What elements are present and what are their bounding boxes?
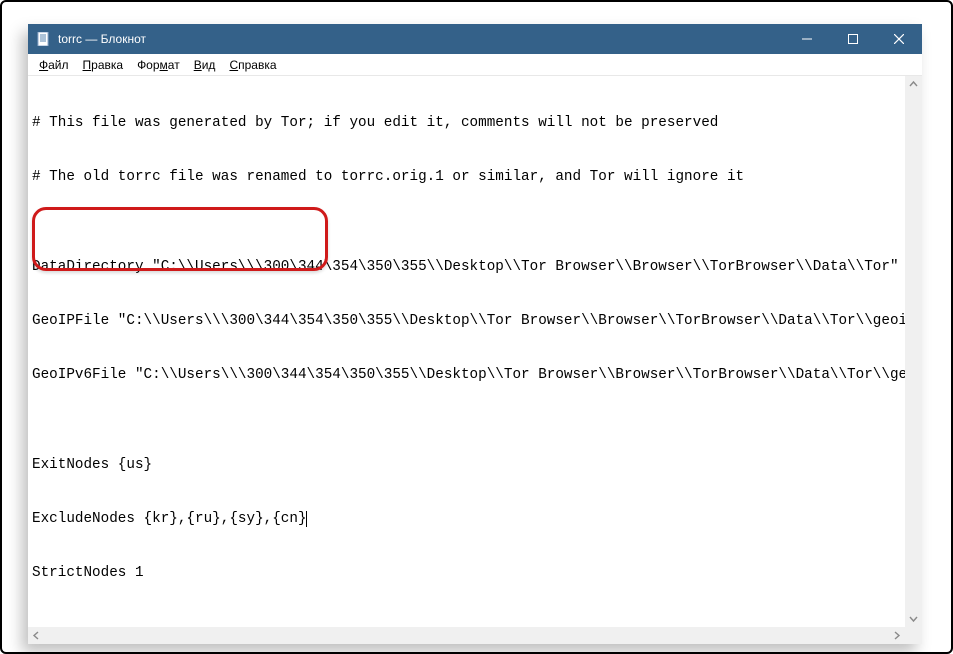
- horizontal-scrollbar[interactable]: [28, 627, 905, 644]
- notepad-window: torrc — Блокнот Файл Правка Формат Вид С…: [28, 24, 922, 644]
- editor-area: # This file was generated by Tor; if you…: [28, 76, 922, 644]
- scroll-track[interactable]: [905, 93, 922, 610]
- text-line: ExitNodes {us}: [32, 456, 901, 474]
- window-title: torrc — Блокнот: [58, 32, 146, 46]
- menubar: Файл Правка Формат Вид Справка: [28, 54, 922, 76]
- minimize-button[interactable]: [784, 24, 830, 54]
- scroll-up-button[interactable]: [905, 76, 922, 93]
- menu-help[interactable]: Справка: [222, 56, 283, 74]
- text-line: # The old torrc file was renamed to torr…: [32, 168, 901, 186]
- text-line: DataDirectory "C:\\Users\\\300\344\354\3…: [32, 258, 901, 276]
- text-line: StrictNodes 1: [32, 564, 901, 582]
- menu-edit[interactable]: Правка: [76, 56, 131, 74]
- text-line: ExcludeNodes {kr},{ru},{sy},{cn}: [32, 510, 901, 528]
- scroll-down-button[interactable]: [905, 610, 922, 627]
- close-button[interactable]: [876, 24, 922, 54]
- scroll-right-button[interactable]: [888, 627, 905, 644]
- maximize-button[interactable]: [830, 24, 876, 54]
- titlebar[interactable]: torrc — Блокнот: [28, 24, 922, 54]
- notepad-icon: [36, 31, 52, 47]
- text-line: GeoIPFile "C:\\Users\\\300\344\354\350\3…: [32, 312, 901, 330]
- scroll-track[interactable]: [45, 627, 888, 644]
- text-caret: [306, 511, 307, 527]
- menu-view[interactable]: Вид: [187, 56, 223, 74]
- vertical-scrollbar[interactable]: [905, 76, 922, 627]
- text-line: # This file was generated by Tor; if you…: [32, 114, 901, 132]
- text-line: GeoIPv6File "C:\\Users\\\300\344\354\350…: [32, 366, 901, 384]
- scroll-left-button[interactable]: [28, 627, 45, 644]
- scrollbar-corner: [905, 627, 922, 644]
- menu-format[interactable]: Формат: [130, 56, 187, 74]
- text-editor[interactable]: # This file was generated by Tor; if you…: [28, 76, 905, 627]
- menu-file[interactable]: Файл: [32, 56, 76, 74]
